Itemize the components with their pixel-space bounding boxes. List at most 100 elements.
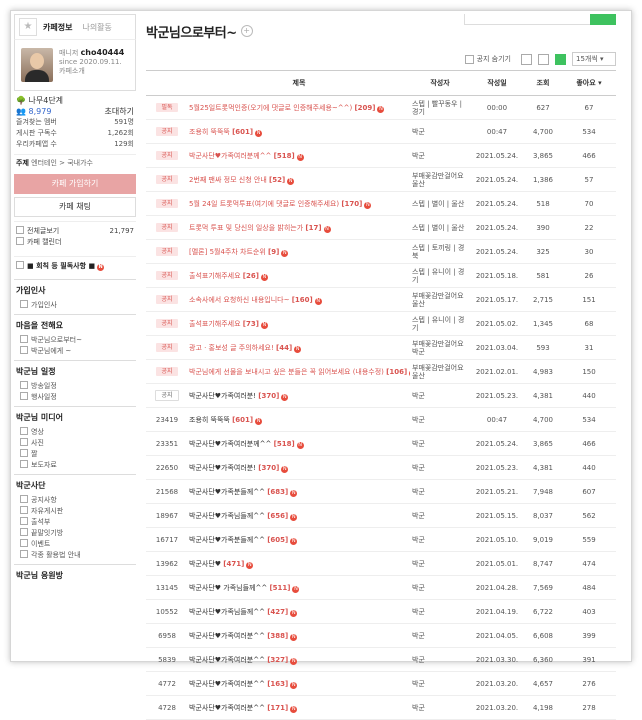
post-subject[interactable]: 박군사단♥가족님들께^^ [656] N xyxy=(188,503,410,528)
sidebar-menu-item[interactable]: 공지사항 xyxy=(14,495,136,506)
hide-notice-checkbox[interactable] xyxy=(464,54,474,64)
col-likes-sort[interactable]: 좋아요 ▾ xyxy=(562,71,616,96)
comment-count[interactable]: [683] xyxy=(267,488,288,496)
comment-count[interactable]: [106] xyxy=(386,368,407,376)
post-subject[interactable]: 박군사단♥가족분들께^^ [605] N xyxy=(188,527,410,552)
hide-notice-label[interactable]: 공지 숨기기 xyxy=(477,54,511,64)
table-row[interactable]: 공지 트롯먹 투표 및 당신의 일상을 밝히는가 [17] N 스텝 | 별이 | 울… xyxy=(146,215,616,240)
table-row[interactable]: 4772 박군사단♥가족여러분^^ [163] N 박군 2021.03.20. 4,65… xyxy=(146,671,616,696)
table-row[interactable]: 공지 출석표기해주세요 [73] N 스텝 | 유니이 | 경기 2021.05.02.… xyxy=(146,311,616,336)
table-row[interactable]: 공지 출석표기해주세요 [26] N 스텝 | 유니이 | 경기 2021.05.18.… xyxy=(146,263,616,288)
post-subject[interactable]: 박군사단♥가족여러분^^ [388] N xyxy=(188,623,410,648)
add-icon[interactable]: + xyxy=(240,25,253,37)
post-author[interactable]: 스텝 | 유니이 | 경기 xyxy=(410,263,470,288)
post-subject[interactable]: 출석표기해주세요 [73] N xyxy=(188,311,410,336)
comment-count[interactable]: [370] xyxy=(258,392,279,400)
table-row[interactable]: 13962 박군사단♥ [471] N 박군 2021.05.01. 8,747 474 xyxy=(146,551,616,576)
post-subject[interactable]: 박군사단♥가족님들께^^ [427] N xyxy=(188,599,410,624)
post-author[interactable]: 박군 xyxy=(410,623,470,648)
post-subject[interactable]: 소속사에서 요청하신 내용입니다~ [160] N xyxy=(188,287,410,312)
comment-count[interactable]: [170] xyxy=(341,200,362,208)
post-author[interactable]: 부매꽃감만걸어요 울산 xyxy=(410,359,470,384)
comment-count[interactable]: [44] xyxy=(276,344,292,352)
post-author[interactable]: 부매꽃감만걸어요 울산 xyxy=(410,287,470,312)
comment-count[interactable]: [471] xyxy=(223,560,244,568)
comment-count[interactable]: [427] xyxy=(267,608,288,616)
tab-my-activity[interactable]: 나의활동 xyxy=(82,22,111,33)
post-author[interactable]: 박군 xyxy=(410,671,470,696)
comment-count[interactable]: [52] xyxy=(269,176,285,184)
post-author[interactable]: 스텝 | 빨꾸동우 | 경기 xyxy=(410,95,470,120)
comment-count[interactable]: [163] xyxy=(267,680,288,688)
table-row[interactable]: 23351 박군사단♥가족여러분께^^ [518] N 박군 2021.05.24. 3,… xyxy=(146,431,616,456)
post-subject[interactable]: 5월 24일 트롯먹투표(여기에 댓글로 인증해주세요) [170] N xyxy=(188,191,410,216)
table-row[interactable]: 21568 박군사단♥가족분들께^^ [683] N 박군 2021.05.21. 7,9… xyxy=(146,479,616,504)
pinned-menu[interactable]: ■ 회칙 등 필독사항 ■ N xyxy=(14,256,136,276)
list-view-icon[interactable] xyxy=(521,53,532,65)
table-row[interactable]: 22650 박군사단♥가족여러분! [370] N 박군 2021.05.23. 4,38… xyxy=(146,455,616,480)
post-subject[interactable]: 트롯먹 투표 및 당신의 일상을 밝히는가 [17] N xyxy=(188,215,410,240)
per-page-select[interactable]: 15개씩 ▾ xyxy=(572,52,616,66)
cafe-chat-button[interactable]: 카페 채팅 xyxy=(14,197,136,217)
post-subject[interactable]: 박군사단♥가족여러분! [370] N xyxy=(188,455,410,480)
sidebar-menu-item[interactable]: 영상 xyxy=(14,427,136,438)
table-row[interactable]: 공지 광고 · 홍보성 글 주의하세요! [44] N 부매꽃감만걸어요 박군 2021… xyxy=(146,335,616,360)
sidebar-menu-item[interactable]: 끝말잇기방 xyxy=(14,528,136,539)
post-subject[interactable]: 박군사단♥ [471] N xyxy=(188,551,410,576)
post-subject[interactable]: 박군사단♥가족분들께^^ [683] N xyxy=(188,479,410,504)
comment-count[interactable]: [73] xyxy=(243,320,259,328)
post-author[interactable]: 부매꽃감만걸어요 울산 xyxy=(410,167,470,192)
sidebar-menu-item[interactable]: 사진 xyxy=(14,438,136,449)
post-subject[interactable]: 출석표기해주세요 [26] N xyxy=(188,263,410,288)
sidebar-menu-item[interactable]: 출석부 xyxy=(14,517,136,528)
post-subject[interactable]: 박군사단♥가족여러분! [370] N xyxy=(188,383,410,408)
comment-count[interactable]: [601] xyxy=(232,128,253,136)
invite-link[interactable]: 초대하기 xyxy=(105,106,134,117)
post-subject[interactable]: 광고 · 홍보성 글 주의하세요! [44] N xyxy=(188,335,410,360)
manager-id[interactable]: cho40444 xyxy=(81,48,125,57)
post-subject[interactable]: [멜론] 5월4주차 차트순위 [9] N xyxy=(188,239,410,264)
star-icon[interactable]: ★ xyxy=(19,18,37,36)
post-subject[interactable]: 박군사단♥가족여러분^^ [163] N xyxy=(188,671,410,696)
post-author[interactable]: 박군 xyxy=(410,143,470,168)
table-row[interactable]: 공지 조용히 뚝뚝뚝 [601] N 박군 00:47 4,700 534 xyxy=(146,119,616,144)
post-author[interactable]: 스텝 | 별이 | 울산 xyxy=(410,215,470,240)
tab-cafe-info[interactable]: 카페정보 xyxy=(43,22,72,33)
table-row[interactable]: 23419 조용히 뚝뚝뚝 [601] N 박군 00:47 4,700 534 xyxy=(146,407,616,432)
comment-count[interactable]: [511] xyxy=(269,584,290,592)
comment-count[interactable]: [171] xyxy=(267,704,288,712)
sidebar-menu-item[interactable]: 박군님으로부터~ xyxy=(14,335,136,346)
table-row[interactable]: 4728 박군사단♥가족여러분^^ [171] N 박군 2021.03.20. 4,19… xyxy=(146,695,616,720)
table-row[interactable]: 6958 박군사단♥가족여러분^^ [388] N 박군 2021.04.05. 6,60… xyxy=(146,623,616,648)
sidebar-menu-item[interactable]: 행사일정 xyxy=(14,392,136,403)
table-row[interactable]: 공지 박군사단♥가족여러분! [370] N 박군 2021.05.23. 4,381 44… xyxy=(146,383,616,408)
table-row[interactable]: 공지 박군님에게 선물을 보내시고 싶은 분들은 꼭 읽어보세요 (내용수정) [… xyxy=(146,359,616,384)
table-row[interactable]: 16717 박군사단♥가족분들께^^ [605] N 박군 2021.05.10. 9,0… xyxy=(146,527,616,552)
comment-count[interactable]: [601] xyxy=(232,416,253,424)
table-row[interactable]: 10552 박군사단♥가족님들께^^ [427] N 박군 2021.04.19. 6,7… xyxy=(146,599,616,624)
member-count[interactable]: 👥 8,979 xyxy=(16,106,51,117)
table-row[interactable]: 공지 5월 24일 트롯먹투표(여기에 댓글로 인증해주세요) [170] N 스텝 … xyxy=(146,191,616,216)
comment-count[interactable]: [327] xyxy=(267,656,288,664)
table-row[interactable]: 13145 박군사단♥ 가족님들께^^ [511] N 박군 2021.04.28. 7,… xyxy=(146,575,616,600)
grid-view-icon[interactable] xyxy=(538,53,549,65)
comment-count[interactable]: [656] xyxy=(267,512,288,520)
table-row[interactable]: 공지 박군사단♥가족여러분께^^ [518] N 박군 2021.05.24. 3,865… xyxy=(146,143,616,168)
comment-count[interactable]: [518] xyxy=(274,440,295,448)
comment-count[interactable]: [388] xyxy=(267,632,288,640)
post-subject[interactable]: 박군사단♥가족여러분^^ [171] N xyxy=(188,695,410,720)
sidebar-menu-item[interactable]: 각종 활용법 안내 xyxy=(14,550,136,561)
post-author[interactable]: 박군 xyxy=(410,695,470,720)
post-subject[interactable]: 박군사단♥가족여러분께^^ [518] N xyxy=(188,431,410,456)
table-row[interactable]: 공지 2번째 팬싸 정모 신청 안내 [52] N 부매꽃감만걸어요 울산 2021.0… xyxy=(146,167,616,192)
comment-count[interactable]: [26] xyxy=(243,272,259,280)
post-subject[interactable]: 조용히 뚝뚝뚝 [601] N xyxy=(188,407,410,432)
post-author[interactable]: 박군 xyxy=(410,479,470,504)
comment-count[interactable]: [209] xyxy=(354,104,375,112)
all-posts-link[interactable]: 전체글보기 21,797 xyxy=(16,226,134,237)
post-author[interactable]: 박군 xyxy=(410,647,470,672)
post-author[interactable]: 스텝 | 유니이 | 경기 xyxy=(410,311,470,336)
post-author[interactable]: 박군 xyxy=(410,575,470,600)
table-row[interactable]: 18967 박군사단♥가족님들께^^ [656] N 박군 2021.05.15. 8,0… xyxy=(146,503,616,528)
card-view-icon[interactable] xyxy=(555,53,566,65)
